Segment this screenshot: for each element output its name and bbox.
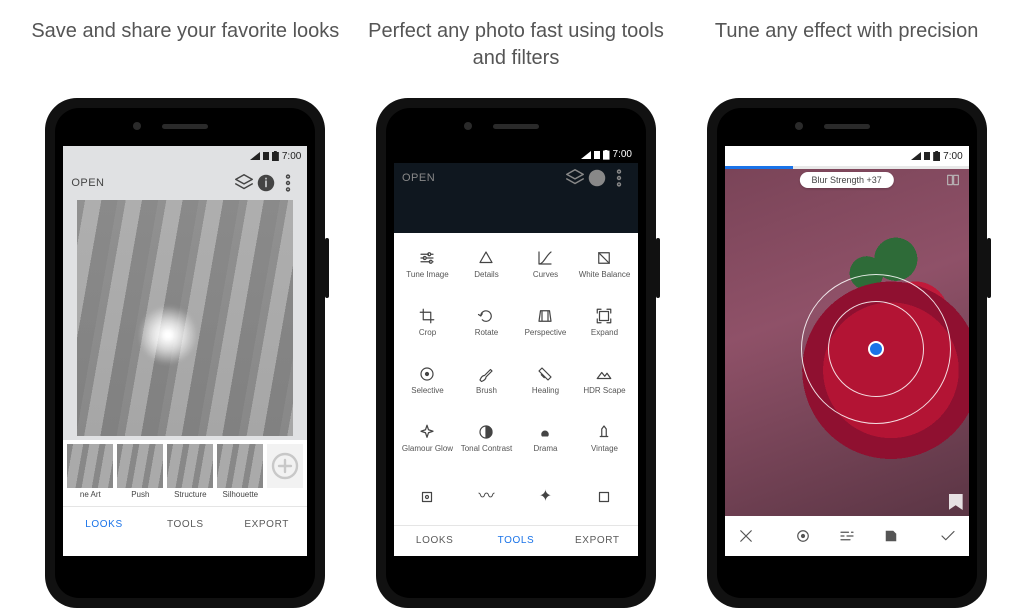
signal-icon xyxy=(581,151,591,159)
bookmark-icon[interactable] xyxy=(949,494,963,510)
canvas-area[interactable] xyxy=(63,200,307,440)
look-item[interactable]: ne Art xyxy=(67,444,113,499)
look-item[interactable]: Silhouette xyxy=(217,444,263,499)
dimmed-canvas: OPEN xyxy=(394,163,638,232)
screenshot-gallery: Save and share your favorite looks 7:00 … xyxy=(0,0,1032,608)
screen-looks: 7:00 OPEN xyxy=(63,146,307,556)
sliders-icon[interactable] xyxy=(838,527,856,545)
info-icon[interactable] xyxy=(586,167,608,189)
photo-preview xyxy=(77,200,293,436)
tool-perspective[interactable]: Perspective xyxy=(516,295,575,351)
network-icon xyxy=(924,152,930,160)
info-icon[interactable] xyxy=(255,172,277,194)
bottom-tabs: LOOKS TOOLS EXPORT xyxy=(63,506,307,542)
tool-crop[interactable]: Crop xyxy=(398,295,457,351)
battery-icon xyxy=(933,151,940,161)
headline: Tune any effect with precision xyxy=(715,18,978,78)
tool-expand[interactable]: Expand xyxy=(575,295,634,351)
bottom-tabs: LOOKS TOOLS EXPORT xyxy=(394,525,638,556)
tab-tools[interactable]: TOOLS xyxy=(145,507,226,542)
tool-white-balance[interactable]: White Balance xyxy=(575,237,634,293)
sparkle-icon: ✦ xyxy=(536,488,554,506)
phone-frame: 7:00 Blur Strength +37 xyxy=(707,98,987,608)
tool-selective[interactable]: Selective xyxy=(398,353,457,409)
tool-healing[interactable]: Healing xyxy=(516,353,575,409)
tool-details[interactable]: Details xyxy=(457,237,516,293)
clock: 7:00 xyxy=(613,149,632,160)
look-item[interactable]: Push xyxy=(117,444,163,499)
look-item[interactable]: Structure xyxy=(167,444,213,499)
column-looks: Save and share your favorite looks 7:00 … xyxy=(25,18,345,608)
tool-tonal-contrast[interactable]: Tonal Contrast xyxy=(457,411,516,467)
mustache-icon: 〰 xyxy=(477,488,495,506)
photo-canvas[interactable] xyxy=(725,169,969,516)
tab-tools[interactable]: TOOLS xyxy=(475,526,556,556)
clock: 7:00 xyxy=(943,151,962,162)
tool-curves[interactable]: Curves xyxy=(516,237,575,293)
tool-extra-1[interactable] xyxy=(398,469,457,525)
signal-icon xyxy=(250,152,260,160)
battery-icon xyxy=(272,151,279,161)
screen-precision: 7:00 Blur Strength +37 xyxy=(725,146,969,556)
signal-icon xyxy=(911,152,921,160)
screen-tools: 7:00 OPEN Tune Image xyxy=(394,146,638,556)
app-toolbar: OPEN xyxy=(63,166,307,200)
tab-export[interactable]: EXPORT xyxy=(226,507,307,542)
tool-tune-image[interactable]: Tune Image xyxy=(398,237,457,293)
effect-toolbar xyxy=(725,516,969,556)
network-icon xyxy=(594,151,600,159)
open-button[interactable]: OPEN xyxy=(402,172,435,184)
tool-brush[interactable]: Brush xyxy=(457,353,516,409)
column-precision: Tune any effect with precision 7:00 Blur… xyxy=(687,18,1007,608)
open-button[interactable]: OPEN xyxy=(71,177,104,189)
value-pill: Blur Strength +37 xyxy=(799,172,893,188)
tool-hdr-scape[interactable]: HDR Scape xyxy=(575,353,634,409)
cancel-button[interactable] xyxy=(737,527,755,545)
styles-icon[interactable] xyxy=(882,527,900,545)
tool-extra-3[interactable]: ✦ xyxy=(516,469,575,525)
tools-grid: Tune Image Details Curves White Balance … xyxy=(394,233,638,525)
add-look-button[interactable] xyxy=(267,444,303,488)
apply-button[interactable] xyxy=(939,527,957,545)
tab-looks[interactable]: LOOKS xyxy=(394,526,475,556)
layers-icon[interactable] xyxy=(564,167,586,189)
more-icon[interactable] xyxy=(277,172,299,194)
tab-looks[interactable]: LOOKS xyxy=(63,507,144,542)
tab-export[interactable]: EXPORT xyxy=(557,526,638,556)
phone-frame: 7:00 OPEN xyxy=(45,98,325,608)
looks-strip[interactable]: ne Art Push Structure Silhouette xyxy=(63,440,307,506)
compare-icon[interactable] xyxy=(945,172,961,193)
tool-rotate[interactable]: Rotate xyxy=(457,295,516,351)
more-icon[interactable] xyxy=(608,167,630,189)
clock: 7:00 xyxy=(282,151,301,162)
status-bar: 7:00 xyxy=(63,146,307,166)
tool-glamour-glow[interactable]: Glamour Glow xyxy=(398,411,457,467)
target-icon[interactable] xyxy=(794,527,812,545)
status-bar: 7:00 xyxy=(725,146,969,166)
tool-drama[interactable]: Drama xyxy=(516,411,575,467)
network-icon xyxy=(263,152,269,160)
battery-icon xyxy=(603,150,610,160)
headline: Save and share your favorite looks xyxy=(31,18,339,78)
status-bar: 7:00 xyxy=(394,146,638,163)
tool-extra-4[interactable] xyxy=(575,469,634,525)
layers-icon[interactable] xyxy=(233,172,255,194)
focus-point[interactable] xyxy=(870,343,882,355)
column-tools: Perfect any photo fast using tools and f… xyxy=(356,18,676,608)
tool-extra-2[interactable]: 〰 xyxy=(457,469,516,525)
tool-vintage[interactable]: Vintage xyxy=(575,411,634,467)
headline: Perfect any photo fast using tools and f… xyxy=(356,18,676,78)
phone-frame: 7:00 OPEN Tune Image xyxy=(376,98,656,608)
